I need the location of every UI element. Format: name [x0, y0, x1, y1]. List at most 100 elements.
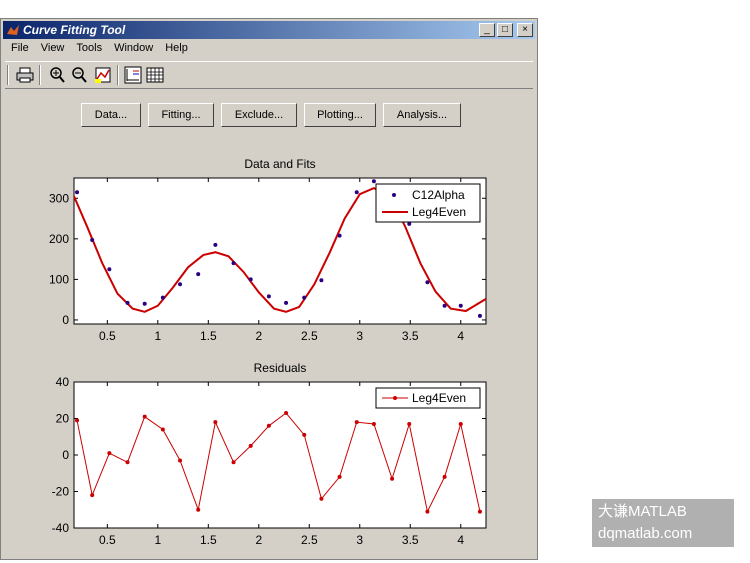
- residual-point: [425, 509, 430, 514]
- residual-point: [371, 421, 376, 426]
- matlab-logo-icon: [7, 25, 19, 35]
- print-icon[interactable]: [15, 65, 35, 85]
- y-tick-label: 0: [62, 313, 69, 327]
- residual-point: [442, 474, 447, 479]
- analysis-button[interactable]: Analysis...: [383, 103, 461, 127]
- curve-fitting-window: Curve Fitting Tool _ □ × File View Tools…: [0, 18, 538, 560]
- watermark-line1: 大谦MATLAB: [598, 503, 687, 520]
- x-tick-label: 2: [255, 329, 262, 343]
- data-point: [125, 300, 130, 305]
- residual-point: [302, 432, 307, 437]
- toolbar: [5, 61, 533, 89]
- data-point: [248, 277, 253, 282]
- menu-bar: File View Tools Window Help: [5, 41, 194, 59]
- data-point: [319, 278, 324, 283]
- x-tick-label: 1: [154, 533, 161, 547]
- residual-point: [196, 507, 201, 512]
- toolbar-separator: [39, 65, 41, 85]
- toolbar-separator: [117, 65, 119, 85]
- data-cursor-icon[interactable]: [93, 65, 113, 85]
- data-point: [231, 261, 236, 266]
- watermark-line2: dqmatlab.com: [598, 525, 693, 542]
- data-button[interactable]: Data...: [81, 103, 141, 127]
- y-tick-label: 0: [62, 448, 69, 462]
- x-tick-label: 2.5: [301, 329, 318, 343]
- exclude-button[interactable]: Exclude...: [221, 103, 297, 127]
- data-point: [160, 295, 165, 300]
- data-point: [371, 179, 376, 184]
- residual-point: [107, 451, 112, 456]
- y-tick-label: 200: [49, 232, 69, 246]
- menu-help[interactable]: Help: [159, 41, 194, 59]
- chart-title: Data and Fits: [244, 157, 315, 171]
- residual-point: [458, 421, 463, 426]
- x-tick-label: 3: [356, 533, 363, 547]
- data-point: [178, 282, 183, 287]
- data-point: [142, 301, 147, 306]
- zoom-out-icon[interactable]: [69, 65, 89, 85]
- watermark: 大谦MATLAB dqmatlab.com: [592, 499, 734, 547]
- residual-point: [266, 423, 271, 428]
- y-tick-label: 20: [56, 412, 70, 426]
- menu-view[interactable]: View: [35, 41, 71, 59]
- y-tick-label: -40: [52, 521, 70, 535]
- minimize-button[interactable]: _: [479, 23, 495, 37]
- residual-point: [319, 496, 324, 501]
- y-tick-label: 300: [49, 191, 69, 205]
- fitting-button[interactable]: Fitting...: [148, 103, 214, 127]
- data-point: [477, 313, 482, 318]
- menu-file[interactable]: File: [5, 41, 35, 59]
- y-tick-label: -20: [52, 485, 70, 499]
- residual-point: [477, 509, 482, 514]
- data-point: [458, 303, 463, 308]
- zoom-in-icon[interactable]: [47, 65, 67, 85]
- residual-point: [231, 460, 236, 465]
- residual-point: [160, 427, 165, 432]
- data-point: [284, 300, 289, 305]
- y-tick-label: 40: [56, 375, 70, 389]
- legend-marker-residual-dot: [393, 396, 397, 400]
- residual-point: [354, 420, 359, 425]
- menu-tools[interactable]: Tools: [70, 41, 108, 59]
- residual-point: [213, 420, 218, 425]
- x-tick-label: 1: [154, 329, 161, 343]
- window-controls: _ □ ×: [479, 23, 533, 37]
- close-button[interactable]: ×: [517, 23, 533, 37]
- residual-point: [75, 418, 80, 423]
- data-point: [213, 242, 218, 247]
- title-bar[interactable]: Curve Fitting Tool _ □ ×: [3, 21, 535, 39]
- toolbar-grip: [7, 65, 9, 85]
- maximize-button[interactable]: □: [497, 23, 513, 37]
- residual-point: [337, 474, 342, 479]
- legend-icon[interactable]: [123, 65, 143, 85]
- window-title: Curve Fitting Tool: [23, 23, 126, 37]
- residual-point: [178, 458, 183, 463]
- x-tick-label: 1.5: [200, 329, 217, 343]
- legend-label: Leg4Even: [412, 391, 466, 405]
- data-point: [107, 267, 112, 272]
- y-tick-label: 100: [49, 272, 69, 286]
- residual-point: [90, 493, 95, 498]
- grid-icon[interactable]: [145, 65, 165, 85]
- x-tick-label: 0.5: [99, 533, 116, 547]
- x-tick-label: 4: [457, 533, 464, 547]
- x-tick-label: 4: [457, 329, 464, 343]
- legend-label: Leg4Even: [412, 205, 466, 219]
- x-tick-label: 3.5: [402, 329, 419, 343]
- legend-marker-data: [392, 193, 396, 197]
- menu-window[interactable]: Window: [108, 41, 159, 59]
- data-point: [75, 190, 80, 195]
- data-point: [354, 190, 359, 195]
- data-point: [302, 295, 307, 300]
- x-tick-label: 2: [255, 533, 262, 547]
- data-point: [196, 272, 201, 277]
- data-point: [90, 238, 95, 243]
- residual-point: [407, 421, 412, 426]
- data-point: [266, 294, 271, 299]
- plotting-button[interactable]: Plotting...: [304, 103, 376, 127]
- chart-title: Residuals: [254, 361, 307, 375]
- x-tick-label: 3: [356, 329, 363, 343]
- residual-point: [248, 443, 253, 448]
- x-tick-label: 0.5: [99, 329, 116, 343]
- residual-point: [125, 460, 130, 465]
